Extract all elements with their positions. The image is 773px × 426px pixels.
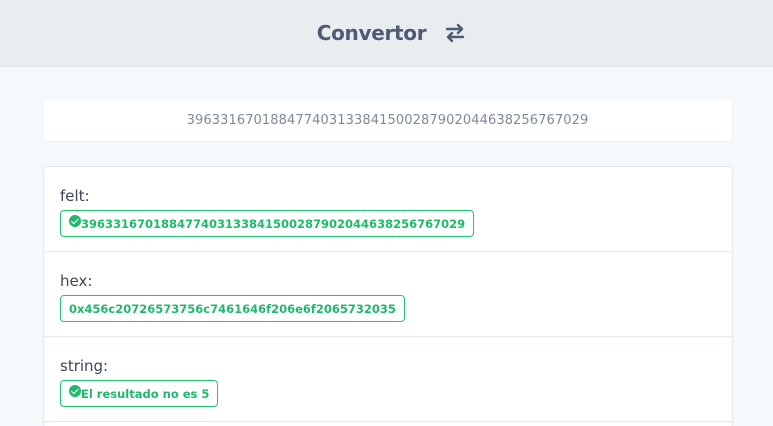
result-label: hex: bbox=[60, 272, 93, 290]
result-value: 0x456c20726573756c7461646f206e6f20657320… bbox=[69, 301, 396, 316]
result-label: string: bbox=[60, 357, 109, 375]
page-title: Convertor bbox=[316, 21, 427, 45]
swap-arrows-icon[interactable] bbox=[444, 23, 466, 43]
check-circle-icon bbox=[69, 384, 81, 397]
result-value-chip: El resultado no es 5 bbox=[60, 380, 219, 407]
result-value: El resultado no es 5 bbox=[81, 386, 210, 401]
felt-input[interactable] bbox=[43, 113, 732, 128]
result-value-chip: 0x456c20726573756c7461646f206e6f20657320… bbox=[60, 295, 405, 322]
result-value: 3963316701884774031338415002879020446382… bbox=[81, 216, 466, 231]
result-row-string: string: El resultado no es 5 bbox=[44, 337, 732, 422]
result-value-chip: 3963316701884774031338415002879020446382… bbox=[60, 210, 475, 237]
result-row-hex: hex: 0x456c20726573756c7461646f206e6f206… bbox=[44, 252, 732, 337]
results-panel: felt: 3963316701884774031338415002879020… bbox=[43, 166, 733, 426]
result-label: felt: bbox=[60, 187, 90, 205]
result-row-felt: felt: 3963316701884774031338415002879020… bbox=[44, 167, 732, 252]
app-header: Convertor bbox=[0, 0, 773, 67]
check-circle-icon bbox=[69, 214, 81, 227]
input-card bbox=[43, 100, 732, 141]
